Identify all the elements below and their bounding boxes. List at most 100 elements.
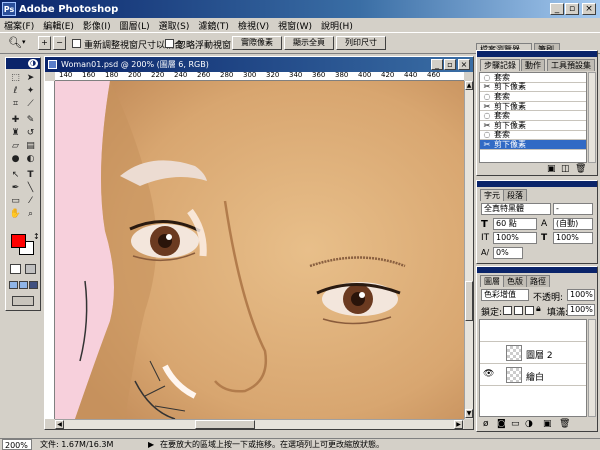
play-icon[interactable]: ▶: [148, 439, 154, 450]
menu-edit[interactable]: 編輯(E): [43, 19, 74, 32]
lock-transparency-checkbox[interactable]: [503, 306, 512, 315]
font-size-field[interactable]: 60 點: [493, 218, 537, 230]
tab-paths[interactable]: 路徑: [526, 275, 550, 287]
shape-icon[interactable]: ╲: [24, 182, 37, 194]
opacity-field[interactable]: 100%: [567, 289, 595, 301]
tab-character[interactable]: 字元: [480, 189, 504, 201]
history-brush-icon[interactable]: ↺: [24, 127, 37, 139]
lock-icon[interactable]: 🔒︎: [536, 304, 541, 314]
adobe-online-icon[interactable]: ◑: [28, 59, 38, 68]
hand-icon[interactable]: ✋: [9, 208, 22, 220]
font-family-select[interactable]: 全真特黑體: [481, 203, 551, 215]
horizontal-scale-field[interactable]: 100%: [553, 232, 593, 244]
menu-layer[interactable]: 圖層(L): [120, 19, 150, 32]
pen-icon[interactable]: ✒: [9, 182, 22, 194]
lasso-icon[interactable]: ℓ: [9, 85, 22, 97]
screen-mode-standard-icon[interactable]: [9, 281, 18, 289]
marquee-icon[interactable]: ⬚: [9, 72, 22, 84]
actual-pixels-button[interactable]: 實際像素: [232, 36, 282, 50]
menu-filter[interactable]: 濾鏡(T): [198, 19, 229, 32]
layer-row[interactable]: 👁︎ 繪白: [480, 364, 586, 386]
close-button[interactable]: ×: [582, 3, 596, 15]
doc-maximize-button[interactable]: ▫: [444, 59, 456, 70]
screen-mode-menu-icon[interactable]: [19, 281, 28, 289]
menu-help[interactable]: 說明(H): [321, 19, 353, 32]
tab-paragraph[interactable]: 段落: [503, 189, 527, 201]
menu-view[interactable]: 檢視(V): [238, 19, 269, 32]
menu-select[interactable]: 選取(S): [159, 19, 190, 32]
tab-tool-presets[interactable]: 工具預設集: [547, 59, 595, 71]
doc-minimize-button[interactable]: _: [431, 59, 443, 70]
notes-icon[interactable]: ▭: [9, 195, 22, 207]
new-snapshot-icon[interactable]: ◫: [561, 164, 570, 174]
eye-icon[interactable]: 👁︎: [483, 369, 494, 379]
tracking-field[interactable]: 0%: [493, 247, 523, 259]
ignore-palettes-checkbox[interactable]: [165, 39, 174, 48]
slice-icon[interactable]: ⟋: [24, 98, 37, 110]
maximize-button[interactable]: ▫: [565, 3, 579, 15]
zoom-out-icon[interactable]: −: [53, 36, 66, 50]
image-canvas[interactable]: [55, 81, 464, 419]
minimize-button[interactable]: _: [550, 3, 564, 15]
screen-mode-full-icon[interactable]: [29, 281, 38, 289]
print-size-button[interactable]: 列印尺寸: [336, 36, 386, 50]
menu-file[interactable]: 檔案(F): [4, 19, 34, 32]
doc-close-button[interactable]: ×: [458, 59, 470, 70]
lock-image-checkbox[interactable]: [514, 306, 523, 315]
scroll-left-icon[interactable]: ◀: [55, 420, 64, 429]
menu-window[interactable]: 視窗(W): [278, 19, 312, 32]
chevron-down-icon[interactable]: ▾: [22, 38, 26, 46]
layers-scrollbar[interactable]: [588, 319, 596, 417]
layer-mask-icon[interactable]: ◙: [497, 419, 506, 429]
new-document-icon[interactable]: ▣: [547, 164, 556, 174]
blend-mode-select[interactable]: 色彩增值: [481, 289, 529, 301]
type-icon[interactable]: T: [24, 169, 37, 181]
fit-on-screen-button[interactable]: 顯示全頁: [284, 36, 334, 50]
clone-stamp-icon[interactable]: ♜: [9, 127, 22, 139]
scroll-down-icon[interactable]: ▼: [465, 409, 473, 418]
crop-icon[interactable]: ⌗: [9, 98, 22, 110]
brush-icon[interactable]: ✎: [24, 114, 37, 126]
zoom-in-icon[interactable]: +: [38, 36, 51, 50]
path-select-icon[interactable]: ↖: [9, 169, 22, 181]
layer-row[interactable]: 圖層 2: [480, 342, 586, 364]
vertical-scale-field[interactable]: 100%: [493, 232, 537, 244]
standard-mode-icon[interactable]: [10, 264, 21, 274]
horizontal-scroll-thumb[interactable]: [195, 420, 255, 429]
menu-image[interactable]: 影像(I): [83, 19, 111, 32]
list-item-selected[interactable]: ✂ 剪下像素: [480, 140, 586, 150]
gradient-icon[interactable]: ▤: [24, 140, 37, 152]
healing-brush-icon[interactable]: ✚: [9, 114, 22, 126]
zoom-level-field[interactable]: 200%: [2, 439, 32, 450]
jump-to-imageready-icon[interactable]: [12, 296, 34, 306]
layer-style-icon[interactable]: ø: [483, 419, 489, 429]
tab-channels[interactable]: 色版: [503, 275, 527, 287]
vertical-scrollbar[interactable]: ▲ ▼: [464, 81, 473, 419]
new-set-icon[interactable]: ▭: [511, 419, 520, 429]
tab-history[interactable]: 步驟記錄: [480, 59, 520, 71]
history-scrollbar[interactable]: [588, 72, 596, 163]
magic-wand-icon[interactable]: ✦: [24, 85, 37, 97]
new-layer-icon[interactable]: ▣: [543, 419, 552, 429]
scroll-up-icon[interactable]: ▲: [465, 81, 473, 90]
tab-actions[interactable]: 動作: [521, 59, 545, 71]
font-style-select[interactable]: -: [553, 203, 593, 215]
zoom-icon[interactable]: ⌕: [24, 208, 37, 220]
zoom-tool-icon[interactable]: 🔍︎: [8, 36, 22, 49]
tab-layers[interactable]: 圖層: [480, 275, 504, 287]
vertical-scroll-thumb[interactable]: [465, 281, 473, 321]
fill-field[interactable]: 100%: [567, 304, 595, 316]
swap-colors-icon[interactable]: ↕: [33, 232, 40, 241]
trash-icon[interactable]: 🗑︎: [575, 164, 586, 174]
dodge-icon[interactable]: ◐: [24, 153, 37, 165]
eyedropper-icon[interactable]: ⁄: [24, 195, 37, 207]
scroll-right-icon[interactable]: ▶: [454, 420, 463, 429]
move-icon[interactable]: ➤: [24, 72, 37, 84]
foreground-color-swatch[interactable]: [11, 234, 26, 248]
leading-field[interactable]: (自動): [553, 218, 593, 230]
eraser-icon[interactable]: ▱: [9, 140, 22, 152]
layer-row[interactable]: [480, 320, 586, 342]
lock-position-checkbox[interactable]: [525, 306, 534, 315]
trash-icon[interactable]: 🗑︎: [559, 419, 570, 429]
quick-mask-icon[interactable]: [25, 264, 36, 274]
